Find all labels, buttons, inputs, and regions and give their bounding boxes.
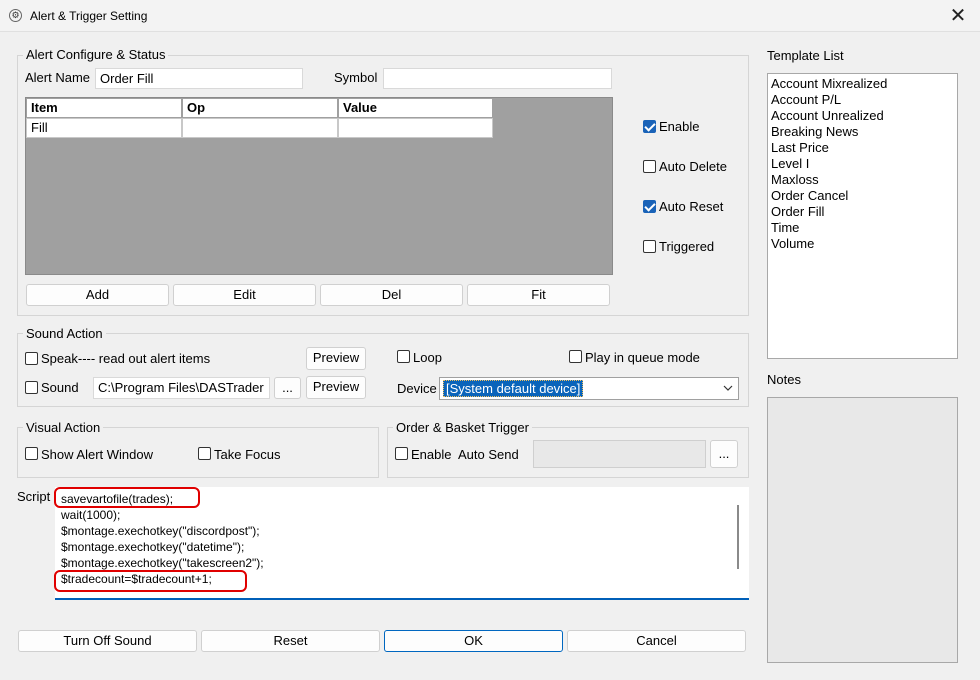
list-item[interactable]: Last Price — [771, 140, 887, 156]
edit-button[interactable]: Edit — [173, 284, 316, 306]
fit-button[interactable]: Fit — [467, 284, 610, 306]
take-focus-checkbox[interactable] — [198, 447, 211, 460]
script-line: $montage.exechotkey("datetime"); — [61, 540, 245, 554]
triggered-label: Triggered — [659, 239, 715, 254]
enable-label: Enable — [659, 119, 700, 134]
speak-checkbox[interactable] — [25, 352, 38, 365]
turn-off-sound-button[interactable]: Turn Off Sound — [18, 630, 197, 652]
list-item[interactable]: Order Fill — [771, 204, 887, 220]
script-line: wait(1000); — [61, 508, 121, 522]
template-list[interactable]: Account Mixrealized Account P/L Account … — [767, 73, 958, 359]
ok-button[interactable]: OK — [384, 630, 563, 652]
speak-label: Speak---- read out alert items — [41, 351, 211, 366]
auto-send-label: Auto Send — [458, 447, 519, 462]
symbol-input[interactable] — [383, 68, 612, 89]
close-icon[interactable]: ✕ — [940, 2, 976, 30]
order-trigger-label: Order & Basket Trigger — [393, 420, 532, 435]
list-item[interactable]: Order Cancel — [771, 188, 887, 204]
auto-reset-label: Auto Reset — [659, 199, 724, 214]
play-queue-label: Play in queue mode — [585, 350, 700, 365]
app-icon: ⚙ — [9, 9, 22, 22]
symbol-label: Symbol — [334, 70, 378, 85]
auto-delete-checkbox[interactable] — [643, 160, 656, 173]
sound-browse-button[interactable]: ... — [274, 377, 301, 399]
auto-send-field[interactable] — [533, 440, 706, 468]
highlight-ring — [54, 487, 200, 508]
order-browse-button[interactable]: ... — [710, 440, 738, 468]
loop-label: Loop — [413, 350, 442, 365]
table-cell[interactable]: Fill — [26, 118, 182, 138]
cancel-button[interactable]: Cancel — [567, 630, 746, 652]
alert-name-input[interactable]: Order Fill — [95, 68, 303, 89]
table-cell[interactable] — [182, 118, 338, 138]
list-item[interactable]: Time — [771, 220, 887, 236]
sound-path-input[interactable]: C:\Program Files\DASTrader — [93, 377, 270, 399]
column-header-op[interactable]: Op — [182, 98, 338, 118]
take-focus-label: Take Focus — [214, 447, 281, 462]
show-alert-label: Show Alert Window — [41, 447, 153, 462]
list-item[interactable]: Volume — [771, 236, 887, 252]
enable-checkbox[interactable] — [643, 120, 656, 133]
order-enable-label: Enable — [411, 447, 452, 462]
script-scrollbar[interactable] — [737, 505, 739, 569]
template-list-label: Template List — [767, 48, 844, 63]
list-item[interactable]: Level I — [771, 156, 887, 172]
script-line: $montage.exechotkey("discordpost"); — [61, 524, 260, 538]
alert-configure-label: Alert Configure & Status — [23, 47, 169, 62]
list-item[interactable]: Maxloss — [771, 172, 887, 188]
chevron-down-icon[interactable] — [723, 384, 733, 392]
sound-checkbox[interactable] — [25, 381, 38, 394]
auto-reset-checkbox[interactable] — [643, 200, 656, 213]
notes-area[interactable] — [767, 397, 958, 663]
add-button[interactable]: Add — [26, 284, 169, 306]
alert-name-label: Alert Name — [25, 70, 91, 85]
speak-preview-button[interactable]: Preview — [306, 347, 366, 370]
script-label: Script — [17, 489, 51, 504]
loop-checkbox[interactable] — [397, 350, 410, 363]
window-title: Alert & Trigger Setting — [30, 9, 148, 23]
list-item[interactable]: Breaking News — [771, 124, 887, 140]
show-alert-checkbox[interactable] — [25, 447, 38, 460]
highlight-ring — [54, 570, 247, 592]
visual-action-label: Visual Action — [23, 420, 104, 435]
reset-button[interactable]: Reset — [201, 630, 380, 652]
script-line: $montage.exechotkey("takescreen2"); — [61, 556, 264, 570]
list-item[interactable]: Account Unrealized — [771, 108, 887, 124]
list-item[interactable]: Account P/L — [771, 92, 887, 108]
column-header-item[interactable]: Item — [26, 98, 182, 118]
column-header-value[interactable]: Value — [338, 98, 493, 118]
table-cell[interactable] — [338, 118, 493, 138]
play-queue-checkbox[interactable] — [569, 350, 582, 363]
order-enable-checkbox[interactable] — [395, 447, 408, 460]
device-label: Device — [397, 381, 437, 396]
notes-label: Notes — [767, 372, 801, 387]
triggered-checkbox[interactable] — [643, 240, 656, 253]
sound-label: Sound — [41, 380, 79, 395]
del-button[interactable]: Del — [320, 284, 463, 306]
auto-delete-label: Auto Delete — [659, 159, 727, 174]
list-item[interactable]: Account Mixrealized — [771, 76, 887, 92]
sound-action-label: Sound Action — [23, 326, 106, 341]
device-selected-value: [System default device] — [443, 380, 584, 397]
sound-preview-button[interactable]: Preview — [306, 376, 366, 399]
